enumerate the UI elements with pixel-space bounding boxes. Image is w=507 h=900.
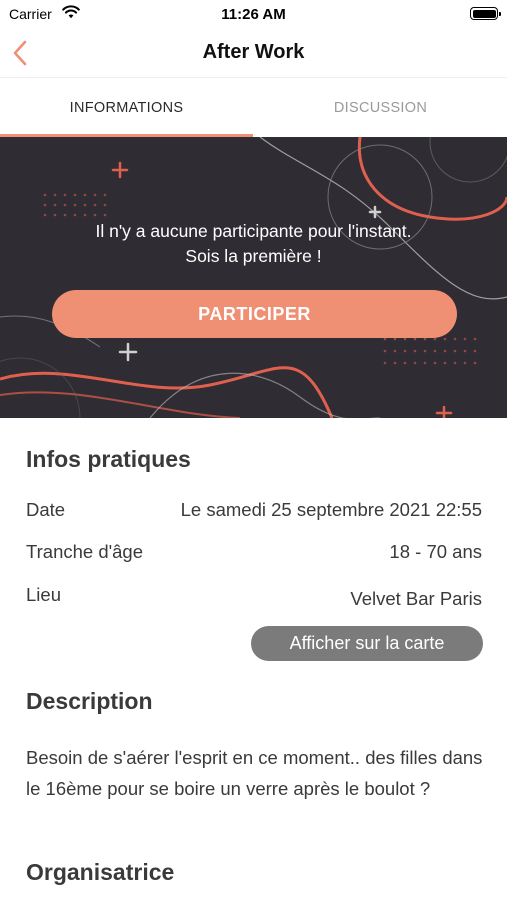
participants-banner: Il n'y a aucune participante pour l'inst… [0, 137, 507, 418]
info-label: Tranche d'âge [26, 541, 144, 562]
info-value: 18 - 70 ans [389, 541, 482, 562]
info-label: Lieu [26, 584, 61, 605]
info-value: Le samedi 25 septembre 2021 22:55 [180, 499, 482, 520]
tab-discussion[interactable]: DISCUSSION [254, 79, 507, 137]
page-title: After Work [202, 41, 305, 63]
banner-decoration [0, 137, 507, 418]
description-text: Besoin de s'aérer l'esprit en ce moment.… [26, 747, 483, 799]
info-label: Date [26, 499, 66, 520]
description-section-title: Description [26, 688, 153, 714]
organizer-section-title: Organisatrice [26, 859, 175, 885]
empty-message-line-2: Sois la première ! [185, 246, 322, 266]
tab-bar: INFORMATIONS DISCUSSION [0, 79, 507, 137]
participate-button[interactable]: PARTICIPER [52, 290, 457, 338]
show-on-map-button[interactable]: Afficher sur la carte [251, 626, 483, 661]
status-time: 11:26 AM [221, 6, 286, 23]
tab-informations[interactable]: INFORMATIONS [0, 79, 253, 137]
info-value: Velvet Bar Paris [350, 588, 482, 609]
navigation-bar: After Work [0, 28, 507, 78]
empty-participants-message: Il n'y a aucune participante pour l'inst… [0, 219, 507, 269]
status-bar: Carrier 11:26 AM [0, 0, 507, 28]
infos-section-title: Infos pratiques [26, 446, 191, 472]
empty-message-line-1: Il n'y a aucune participante pour l'inst… [95, 221, 412, 241]
battery-icon [470, 7, 501, 20]
